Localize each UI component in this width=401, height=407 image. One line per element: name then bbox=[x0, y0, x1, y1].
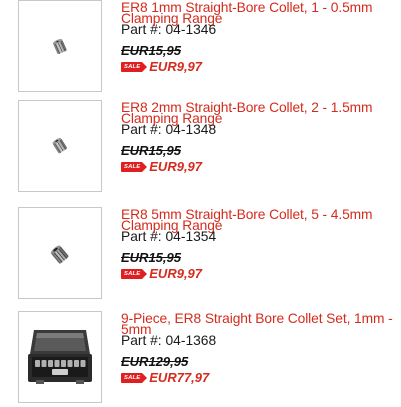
product-info: ER8 2mm Straight-Bore Collet, 2 - 1.5mm … bbox=[121, 100, 399, 174]
part-number: Part #: 04-1346 bbox=[121, 23, 399, 37]
original-price: EUR15,95 bbox=[121, 43, 181, 58]
collet-icon bbox=[52, 137, 67, 154]
part-number-value: 04-1354 bbox=[165, 229, 217, 244]
product-thumbnail[interactable] bbox=[18, 0, 102, 92]
product-row: 9-Piece, ER8 Straight Bore Collet Set, 1… bbox=[0, 311, 401, 407]
sale-badge: SALE bbox=[121, 162, 148, 172]
product-row: ER8 5mm Straight-Bore Collet, 5 - 4.5mm … bbox=[0, 207, 401, 303]
product-title-link[interactable]: 9-Piece, ER8 Straight Bore Collet Set, 1… bbox=[121, 311, 399, 337]
sale-price-line: SALE EUR9,97 bbox=[121, 267, 399, 281]
original-price: EUR129,95 bbox=[121, 354, 189, 369]
sale-price-line: SALE EUR9,97 bbox=[121, 60, 399, 74]
sale-price-line: SALE EUR77,97 bbox=[121, 371, 399, 385]
sale-badge: SALE bbox=[121, 373, 148, 383]
part-number-value: 04-1348 bbox=[165, 122, 217, 137]
product-title-link[interactable]: ER8 1mm Straight-Bore Collet, 1 - 0.5mm … bbox=[121, 0, 399, 26]
part-number-label: Part #: bbox=[121, 22, 162, 37]
part-number-label: Part #: bbox=[121, 122, 162, 137]
product-thumbnail[interactable] bbox=[18, 100, 102, 192]
part-number-label: Part #: bbox=[121, 229, 162, 244]
sale-price-line: SALE EUR9,97 bbox=[121, 160, 399, 174]
sale-badge: SALE bbox=[121, 269, 148, 279]
collet-icon bbox=[50, 245, 69, 264]
original-price: EUR15,95 bbox=[121, 143, 181, 158]
collet-set-case-icon bbox=[28, 330, 92, 384]
product-title-link[interactable]: ER8 5mm Straight-Bore Collet, 5 - 4.5mm … bbox=[121, 207, 399, 233]
original-price: EUR15,95 bbox=[121, 250, 181, 265]
part-number: Part #: 04-1368 bbox=[121, 334, 399, 348]
part-number-value: 04-1346 bbox=[165, 22, 217, 37]
product-info: 9-Piece, ER8 Straight Bore Collet Set, 1… bbox=[121, 311, 399, 385]
sale-badge: SALE bbox=[121, 62, 148, 72]
part-number-label: Part #: bbox=[121, 333, 162, 348]
product-thumbnail[interactable] bbox=[18, 207, 102, 299]
part-number: Part #: 04-1348 bbox=[121, 123, 399, 137]
product-row: ER8 2mm Straight-Bore Collet, 2 - 1.5mm … bbox=[0, 100, 401, 196]
sale-price: EUR77,97 bbox=[149, 370, 210, 385]
sale-price: EUR9,97 bbox=[149, 266, 203, 281]
product-title-link[interactable]: ER8 2mm Straight-Bore Collet, 2 - 1.5mm … bbox=[121, 100, 399, 126]
product-info: ER8 5mm Straight-Bore Collet, 5 - 4.5mm … bbox=[121, 207, 399, 281]
product-thumbnail[interactable] bbox=[18, 311, 102, 403]
sale-price: EUR9,97 bbox=[149, 159, 203, 174]
part-number: Part #: 04-1354 bbox=[121, 230, 399, 244]
collet-icon bbox=[52, 39, 67, 55]
part-number-value: 04-1368 bbox=[165, 333, 217, 348]
product-row: ER8 1mm Straight-Bore Collet, 1 - 0.5mm … bbox=[0, 0, 401, 96]
product-info: ER8 1mm Straight-Bore Collet, 1 - 0.5mm … bbox=[121, 0, 399, 74]
sale-price: EUR9,97 bbox=[149, 59, 203, 74]
